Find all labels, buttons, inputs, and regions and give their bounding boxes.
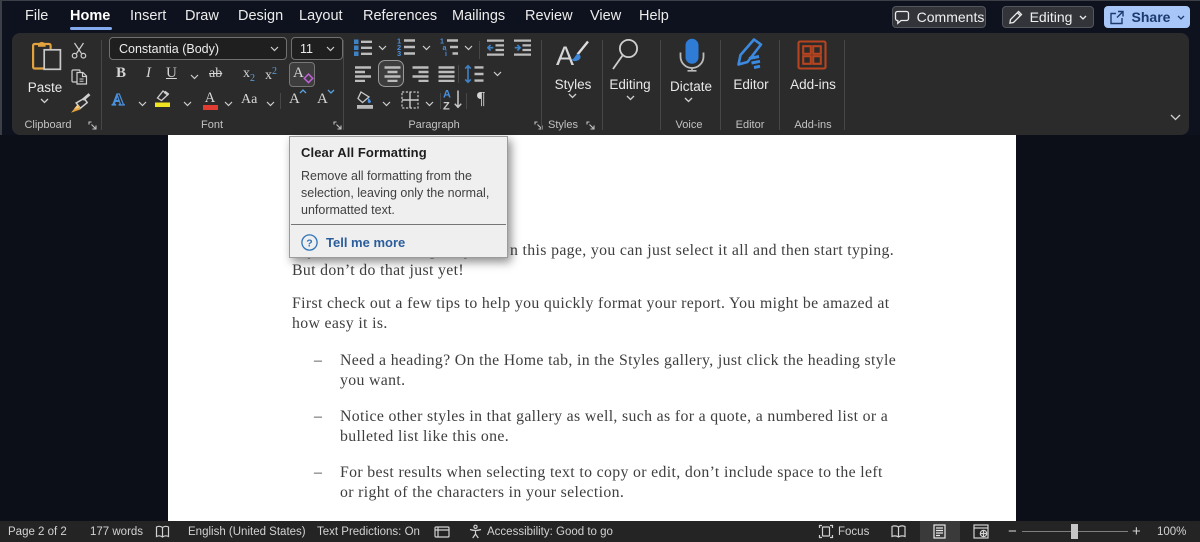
svg-text:A: A <box>556 41 574 71</box>
svg-text:3: 3 <box>397 49 401 56</box>
svg-text:i: i <box>445 51 447 56</box>
svg-text:Z: Z <box>443 101 450 112</box>
svg-text:?: ? <box>306 237 312 249</box>
svg-text:A: A <box>443 89 451 101</box>
